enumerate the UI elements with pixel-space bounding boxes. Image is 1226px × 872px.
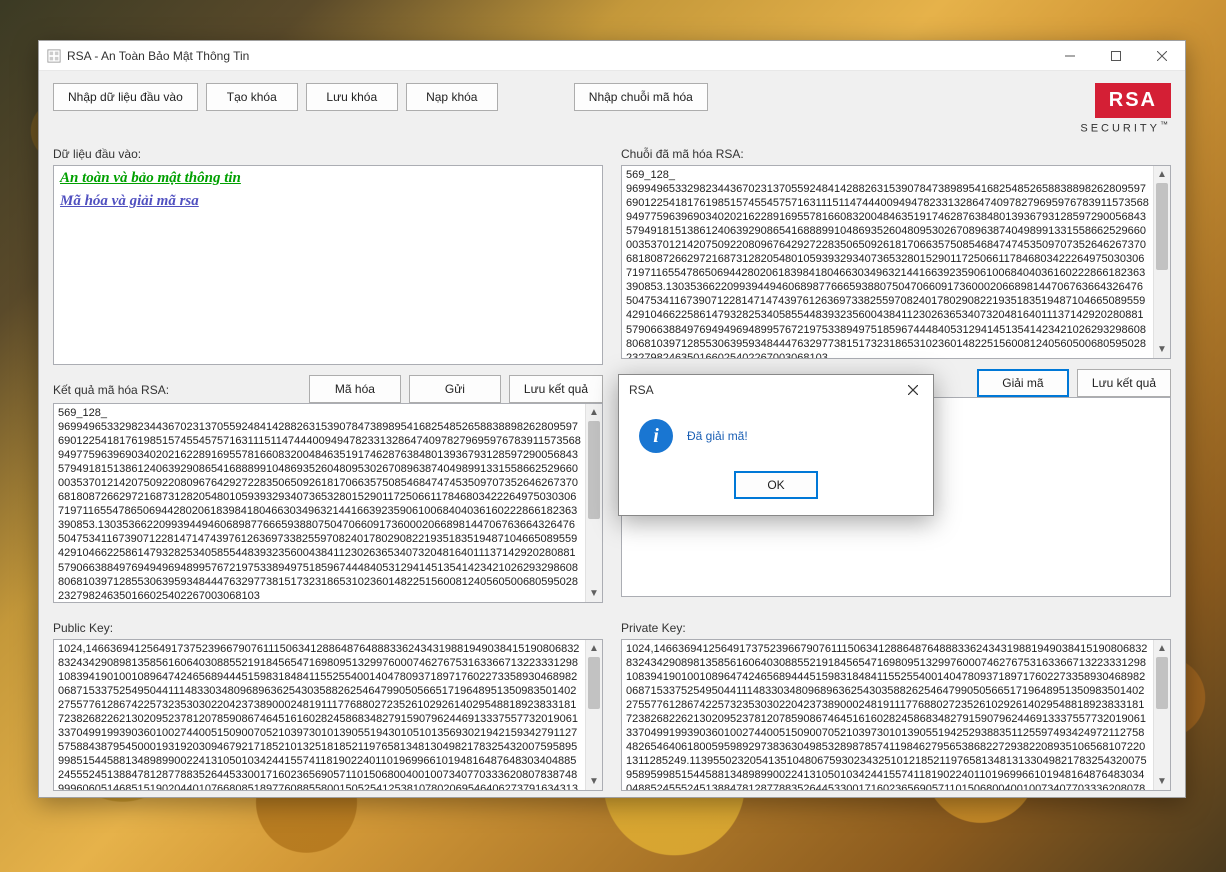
cipher-text: 9699496533298234436702313705592484142882… bbox=[626, 183, 1149, 358]
window-controls bbox=[1047, 41, 1185, 71]
rsa-logo-mark: RSA bbox=[1095, 83, 1171, 118]
main-window: RSA - An Toàn Bảo Mật Thông Tin Nhập dữ … bbox=[38, 40, 1186, 798]
encrypt-button[interactable]: Mã hóa bbox=[309, 375, 401, 403]
scroll-down-icon[interactable]: ▼ bbox=[586, 585, 602, 602]
rsa-logo: RSA SECURITY™ bbox=[1080, 83, 1171, 135]
scroll-down-icon[interactable]: ▼ bbox=[586, 773, 602, 790]
cipher-label: Chuỗi đã mã hóa RSA: bbox=[621, 147, 1171, 161]
input-line-1: An toàn và bảo mật thông tin bbox=[60, 170, 596, 187]
public-key-label: Public Key: bbox=[53, 621, 603, 635]
rsa-logo-subtitle: SECURITY™ bbox=[1080, 120, 1171, 135]
encrypt-result-header: 569_128_ bbox=[58, 407, 107, 419]
private-key-label: Private Key: bbox=[621, 621, 1171, 635]
messagebox-close-button[interactable] bbox=[893, 375, 933, 405]
public-key-textbox[interactable]: 1024,14663694125649173752396679076111506… bbox=[53, 639, 603, 791]
messagebox-title: RSA bbox=[629, 383, 654, 397]
scroll-down-icon[interactable]: ▼ bbox=[1154, 773, 1170, 790]
input-data-button[interactable]: Nhập dữ liệu đầu vào bbox=[53, 83, 198, 111]
load-key-button[interactable]: Nạp khóa bbox=[406, 83, 498, 111]
generate-key-button[interactable]: Tạo khóa bbox=[206, 83, 298, 111]
maximize-button[interactable] bbox=[1093, 41, 1139, 71]
encrypt-result-text: 9699496533298234436702313705592484142882… bbox=[58, 421, 581, 602]
info-icon: i bbox=[639, 419, 673, 453]
private-key-textbox[interactable]: 1024,14663694125649173752396679076111506… bbox=[621, 639, 1171, 791]
cipher-header: 569_128_ bbox=[626, 169, 675, 181]
input-cipher-button[interactable]: Nhập chuỗi mã hóa bbox=[574, 83, 708, 111]
scroll-up-icon[interactable]: ▲ bbox=[586, 640, 602, 657]
messagebox-ok-button[interactable]: OK bbox=[734, 471, 818, 499]
input-line-2: Mã hóa và giải mã rsa bbox=[60, 193, 596, 210]
scroll-up-icon[interactable]: ▲ bbox=[1154, 640, 1170, 657]
input-label: Dữ liệu đầu vào: bbox=[53, 147, 603, 161]
cipher-textbox[interactable]: 569_128_ 9699496533298234436702313705592… bbox=[621, 165, 1171, 359]
scroll-down-icon[interactable]: ▼ bbox=[1154, 341, 1170, 358]
private-key-text: 1024,14663694125649173752396679076111506… bbox=[622, 640, 1153, 790]
input-richtext[interactable]: An toàn và bảo mật thông tin Mã hóa và g… bbox=[53, 165, 603, 365]
scroll-up-icon[interactable]: ▲ bbox=[1154, 166, 1170, 183]
window-title: RSA - An Toàn Bảo Mật Thông Tin bbox=[67, 49, 249, 63]
scrollbar[interactable]: ▲ ▼ bbox=[585, 404, 602, 602]
save-key-button[interactable]: Lưu khóa bbox=[306, 83, 398, 111]
encrypt-result-label: Kết quả mã hóa RSA: bbox=[53, 383, 169, 397]
messagebox-titlebar: RSA bbox=[619, 375, 933, 405]
minimize-button[interactable] bbox=[1047, 41, 1093, 71]
close-button[interactable] bbox=[1139, 41, 1185, 71]
scroll-up-icon[interactable]: ▲ bbox=[586, 404, 602, 421]
encrypt-result-textbox[interactable]: 569_128_ 9699496533298234436702313705592… bbox=[53, 403, 603, 603]
send-button[interactable]: Gửi bbox=[409, 375, 501, 403]
public-key-text: 1024,14663694125649173752396679076111506… bbox=[54, 640, 585, 790]
scrollbar[interactable]: ▲ ▼ bbox=[1153, 166, 1170, 358]
messagebox-dialog: RSA i Đã giải mã! OK bbox=[618, 374, 934, 516]
scrollbar[interactable]: ▲ ▼ bbox=[1153, 640, 1170, 790]
save-result-right-button[interactable]: Lưu kết quả bbox=[1077, 369, 1171, 397]
titlebar: RSA - An Toàn Bảo Mật Thông Tin bbox=[39, 41, 1185, 71]
save-result-left-button[interactable]: Lưu kết quả bbox=[509, 375, 603, 403]
messagebox-message: Đã giải mã! bbox=[687, 429, 748, 443]
scrollbar[interactable]: ▲ ▼ bbox=[585, 640, 602, 790]
app-icon bbox=[47, 49, 61, 63]
decrypt-button[interactable]: Giải mã bbox=[977, 369, 1069, 397]
